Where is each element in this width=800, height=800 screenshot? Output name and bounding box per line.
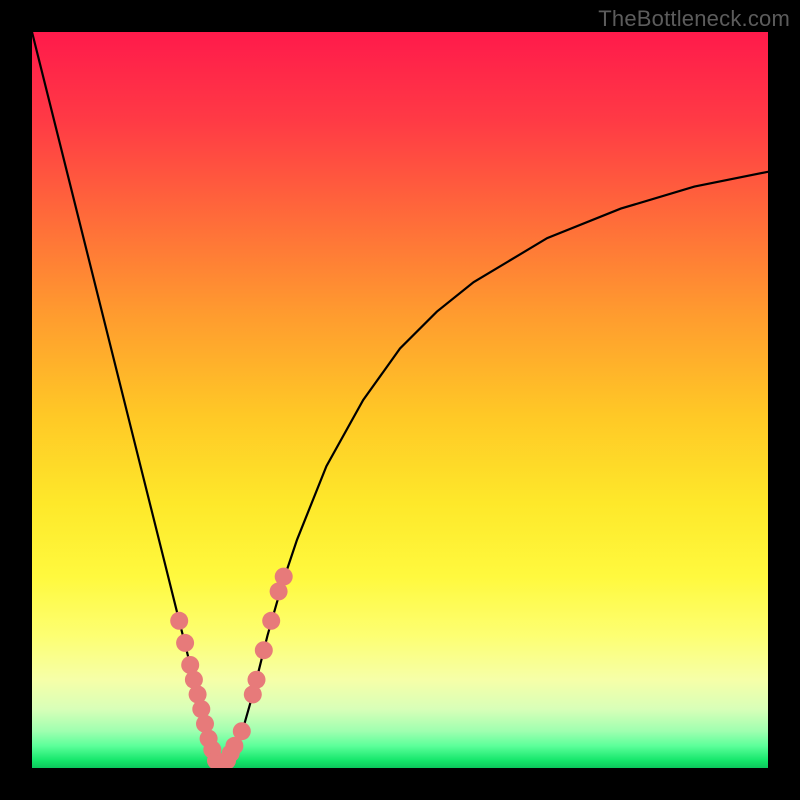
- curve-marker: [275, 568, 293, 586]
- curve-marker: [255, 641, 273, 659]
- curve-marker: [170, 612, 188, 630]
- chart-svg: [32, 32, 768, 768]
- watermark-text: TheBottleneck.com: [598, 6, 790, 32]
- curve-marker: [248, 671, 266, 689]
- curve-marker: [176, 634, 194, 652]
- plot-gradient-background: [32, 32, 768, 768]
- bottleneck-curve: [32, 32, 768, 768]
- curve-marker: [233, 722, 251, 740]
- curve-markers: [170, 568, 293, 768]
- curve-marker: [262, 612, 280, 630]
- chart-frame: TheBottleneck.com: [0, 0, 800, 800]
